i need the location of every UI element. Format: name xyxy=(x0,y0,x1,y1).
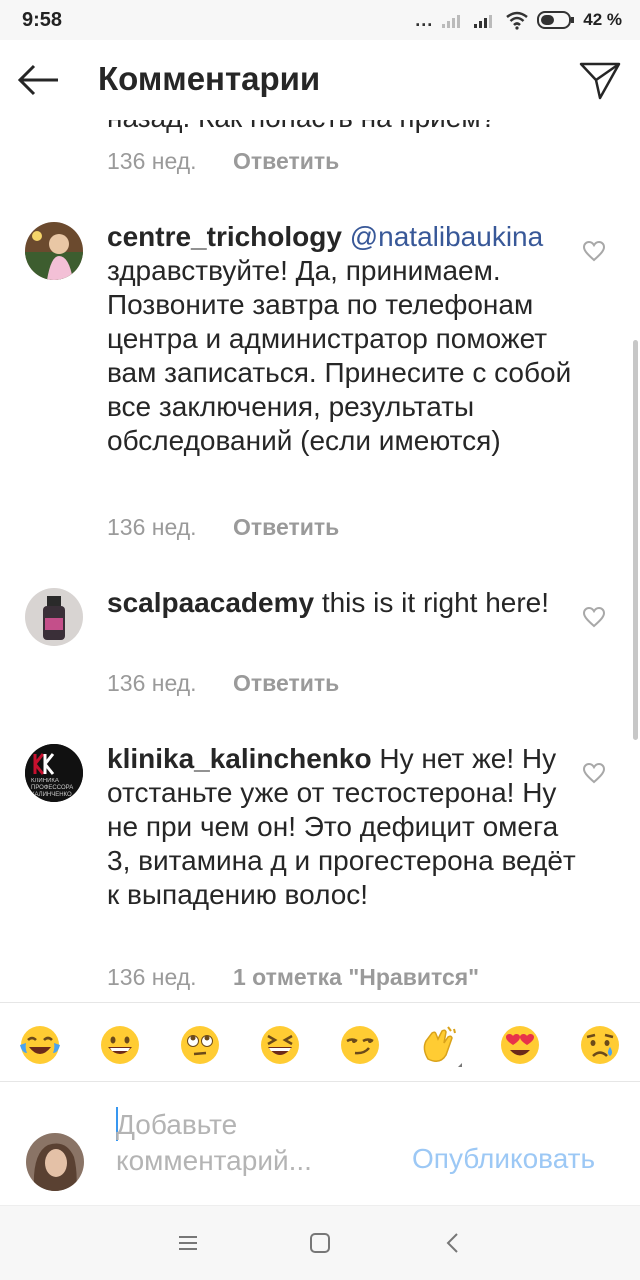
home-icon[interactable] xyxy=(305,1228,335,1258)
reply-button[interactable]: Ответить xyxy=(233,670,339,696)
header: Комментарии xyxy=(0,40,640,120)
back-button[interactable] xyxy=(14,58,62,102)
comments-list[interactable]: назад. Как попасть на прием? 136 нед. От… xyxy=(0,120,640,1000)
battery-percent: 42 % xyxy=(583,10,622,29)
comment-username[interactable]: klinika_kalinchenko xyxy=(107,743,372,774)
laughing-emoji-icon[interactable] xyxy=(258,1023,302,1067)
status-dots: ... xyxy=(415,9,434,30)
comment-time: 136 нед. xyxy=(107,964,197,990)
clapping-hands-emoji-icon[interactable] xyxy=(418,1023,462,1067)
comment-body: klinika_kalinchenko Ну нет же! Ну отстан… xyxy=(107,742,577,912)
avatar[interactable]: КЛИНИКА ПРОФЕССОРА КАЛИНЧЕНКО xyxy=(25,744,83,802)
tears-of-joy-emoji-icon[interactable] xyxy=(18,1023,62,1067)
back-nav-icon[interactable] xyxy=(438,1228,468,1258)
comment-meta: 136 нед. Ответить xyxy=(107,670,339,697)
comment-time: 136 нед. xyxy=(107,514,197,540)
reply-button[interactable]: Ответить xyxy=(233,148,339,174)
heart-eyes-emoji-icon[interactable] xyxy=(498,1023,542,1067)
system-nav-bar xyxy=(0,1205,640,1280)
menu-icon[interactable] xyxy=(173,1228,203,1258)
heart-icon xyxy=(582,606,606,628)
avatar[interactable] xyxy=(25,588,83,646)
user-avatar-image xyxy=(26,1133,84,1191)
smirk-emoji-icon[interactable] xyxy=(338,1023,382,1067)
like-button[interactable] xyxy=(582,240,606,262)
comment-body: centre_trichology @natalibaukina здравст… xyxy=(107,220,577,458)
comment-time: 136 нед. xyxy=(107,148,197,174)
likes-count[interactable]: 1 отметка "Нравится" xyxy=(233,964,479,990)
comment-input[interactable]: Добавьте комментарий... xyxy=(116,1107,396,1179)
scrollbar[interactable] xyxy=(633,340,638,740)
signal-icon xyxy=(442,15,461,28)
heart-icon xyxy=(582,240,606,262)
cut-off-comment-text: назад. Как попасть на прием? xyxy=(107,120,496,134)
comment-body: scalpaacademy this is it right here! xyxy=(107,586,577,620)
status-bar: 9:58 ... 42 % xyxy=(0,0,640,40)
comment-meta: 136 нед. Ответить xyxy=(107,514,339,541)
heart-icon xyxy=(582,762,606,784)
comment-text: здравствуйте! Да, принимаем. Позвоните з… xyxy=(107,255,572,456)
emoji-bar xyxy=(0,1002,640,1082)
reply-button[interactable]: Ответить xyxy=(233,514,339,540)
eye-roll-emoji-icon[interactable] xyxy=(178,1023,222,1067)
direct-send-icon xyxy=(579,62,621,100)
status-time: 9:58 xyxy=(22,9,63,31)
comment-composer: Добавьте комментарий... Опубликовать xyxy=(0,1083,640,1205)
share-button[interactable] xyxy=(578,58,622,102)
comment-text: this is it right here! xyxy=(321,587,550,618)
crying-emoji-icon[interactable] xyxy=(578,1023,622,1067)
avatar-image xyxy=(25,222,83,280)
arrow-left-icon xyxy=(17,64,58,96)
like-button[interactable] xyxy=(582,606,606,628)
like-button[interactable] xyxy=(582,762,606,784)
wifi-icon xyxy=(506,11,529,30)
comment-meta: 136 нед. 1 отметка "Нравится" xyxy=(107,964,479,991)
avatar-image xyxy=(25,588,83,646)
signal-icon-2 xyxy=(474,15,493,28)
comment-username[interactable]: centre_trichology xyxy=(107,221,342,252)
user-avatar[interactable] xyxy=(26,1133,84,1191)
comment-time: 136 нед. xyxy=(107,670,197,696)
avatar[interactable] xyxy=(25,222,83,280)
publish-button[interactable]: Опубликовать xyxy=(412,1143,595,1175)
battery-icon xyxy=(537,11,575,29)
grinning-emoji-icon[interactable] xyxy=(98,1023,142,1067)
comment-meta: 136 нед. Ответить xyxy=(107,148,339,175)
status-icons: ... 42 % xyxy=(415,8,622,32)
comment-username[interactable]: scalpaacademy xyxy=(107,587,314,618)
page-title: Комментарии xyxy=(98,60,321,97)
comment-mention[interactable]: @natalibaukina xyxy=(350,221,543,252)
avatar-caption: КЛИНИКА ПРОФЕССОРА КАЛИНЧЕНКО xyxy=(31,778,74,798)
